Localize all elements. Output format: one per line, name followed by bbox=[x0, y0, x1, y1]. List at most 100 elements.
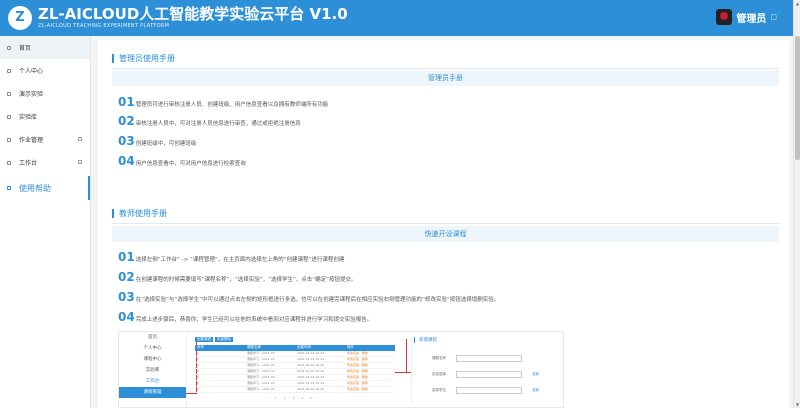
table-row: 7 课程学习 - 2021-XX 2021-01-16 10:24 修改实验 · 删除 bbox=[195, 387, 395, 393]
field-box bbox=[456, 371, 522, 378]
step-number: 01 bbox=[118, 95, 135, 109]
cell: 修改实验 · 删除 bbox=[347, 357, 368, 361]
step-number: 01 bbox=[118, 250, 135, 264]
workbench-icon bbox=[7, 160, 11, 165]
sidebar-item-profile[interactable]: 个人中心 bbox=[0, 59, 90, 82]
admin-step-4: 04 用户信息查看中，可对用户信息进行检索查询 bbox=[118, 154, 246, 168]
platform-title: ZL-AICLOUD人工智能教学实验云平台 V1.0 bbox=[38, 5, 348, 23]
step-number: 04 bbox=[118, 154, 135, 168]
field-pick-link: 选择 bbox=[532, 388, 539, 392]
cell: 3 bbox=[197, 363, 199, 367]
sidebar-item-help[interactable]: 使用帮助 bbox=[0, 174, 90, 202]
cell: 课程学习 - 2021-XX bbox=[247, 375, 275, 379]
cell: 修改实验 · 删除 bbox=[347, 387, 368, 391]
field-label: 实验选择 bbox=[432, 372, 446, 376]
tutorial-side-item: 实验库 bbox=[145, 368, 160, 373]
tutorial-side-item: 个人中心 bbox=[143, 346, 162, 351]
cell: 6 bbox=[197, 381, 199, 385]
cell: 课程学习 - 2021-XX bbox=[247, 369, 275, 373]
homework-icon bbox=[7, 137, 11, 142]
cell: 2021-01-16 10:24 bbox=[297, 369, 325, 373]
teacher-step-4: 04 完成上述步骤后，恭喜你，学生已经可以在他的系统中看到对应课程并进行学习和提… bbox=[118, 310, 372, 324]
teacher-manual-title: 教师使用手册 bbox=[112, 209, 167, 218]
platform-logo: Z bbox=[8, 6, 32, 30]
sidebar-item-label: 实验库 bbox=[19, 114, 38, 121]
cell: 2021-01-16 10:24 bbox=[297, 351, 325, 355]
cell: 2021-01-16 10:24 bbox=[297, 363, 325, 367]
cell: 课程学习 - 2021-XX bbox=[247, 363, 275, 367]
avatar[interactable] bbox=[716, 9, 733, 25]
tutorial-sidebar: 首页 个人中心 课程中心 实验库 工作台 课程管理 bbox=[119, 332, 187, 408]
tutorial-tabs: 创建课程 批量删除 bbox=[195, 337, 395, 342]
cell: 修改实验 · 删除 bbox=[347, 351, 368, 355]
dropdown-icon[interactable]: ▢ bbox=[770, 13, 777, 21]
step-text: 审核注册人员中，可对注册人员信息进行审查，通过或拒绝注册信息 bbox=[135, 121, 301, 127]
field-box bbox=[456, 355, 522, 362]
cell: 2021-01-16 10:24 bbox=[297, 357, 325, 361]
field-label: 选择学生 bbox=[432, 388, 446, 392]
sidebar-item-demo[interactable]: 演示实验 bbox=[0, 82, 90, 105]
sidebar-item-workbench[interactable]: 工作台 bbox=[0, 151, 90, 174]
top-header: Z ZL-AICLOUD人工智能教学实验云平台 V1.0 ZL-AICLOUD … bbox=[0, 0, 793, 36]
tutorial-tab: 批量删除 bbox=[215, 337, 233, 342]
tutorial-side-item: 首页 bbox=[148, 335, 157, 340]
sidebar-nav: 首页 个人中心 演示实验 实验库 作业管理 工作台 使用帮助 bbox=[0, 36, 91, 408]
admin-manual-banner: 管理员手册 bbox=[112, 70, 779, 86]
home-icon bbox=[7, 45, 11, 50]
cell: 课程学习 - 2021-XX bbox=[247, 357, 275, 361]
step-text: 用户信息查看中，可对用户信息进行检索查询 bbox=[135, 161, 246, 167]
tutorial-side-item: 工作台 bbox=[145, 379, 160, 384]
tutorial-create-form: 新增课程 课程名称 实验选择 选择 选择学生 选择 bbox=[411, 337, 561, 403]
teacher-step-3: 03 在“选择实验”与“选择学生”中可以通过点击左侧的矩形框进行多选，也可以在创… bbox=[118, 290, 499, 304]
scroll-down-icon[interactable]: ▼ bbox=[794, 401, 800, 408]
platform-subtitle: ZL-AICLOUD TEACHING EXPERIMENT PLATFORM bbox=[38, 23, 170, 29]
sidebar-item-label: 作业管理 bbox=[19, 137, 44, 144]
highlight-line bbox=[406, 339, 407, 373]
highlight-line bbox=[395, 372, 411, 373]
tutorial-field: 实验选择 选择 bbox=[432, 371, 539, 378]
sidebar-item-home[interactable]: 首页 bbox=[0, 36, 90, 59]
sidebar-item-label: 首页 bbox=[19, 45, 32, 52]
cell: 课程学习 - 2021-XX bbox=[247, 381, 275, 385]
page-scrollbar[interactable]: ▲ ▼ bbox=[793, 0, 800, 408]
sidebar-item-label: 个人中心 bbox=[19, 68, 44, 75]
cell: 2 bbox=[197, 357, 199, 361]
step-number: 02 bbox=[118, 270, 135, 284]
cell: 课程学习 - 2021-XX bbox=[247, 387, 275, 391]
admin-step-3: 03 创建班级中，可创建班级 bbox=[118, 134, 196, 148]
sidebar-item-lab-library[interactable]: 实验库 bbox=[0, 105, 90, 128]
scroll-thumb[interactable] bbox=[795, 36, 800, 160]
cell: 5 bbox=[197, 375, 199, 379]
step-text: 选择左侧“工作台” -> “课程管理”，在主页面内选择左上角的“创建课程”进行课… bbox=[135, 257, 345, 263]
user-name[interactable]: 管理员 bbox=[736, 10, 766, 25]
user-icon bbox=[7, 68, 11, 73]
field-label: 课程名称 bbox=[432, 356, 446, 360]
admin-step-2: 02 审核注册人员中，可对注册人员信息进行审查，通过或拒绝注册信息 bbox=[118, 114, 301, 128]
scroll-up-icon[interactable]: ▲ bbox=[794, 0, 800, 7]
cell: 2021-01-16 10:24 bbox=[297, 381, 325, 385]
field-pick-link: 选择 bbox=[532, 372, 539, 376]
expand-icon bbox=[78, 137, 82, 141]
sidebar-item-label: 工作台 bbox=[19, 160, 38, 167]
step-text: 在“选择实验”与“选择学生”中可以通过点击左侧的矩形框进行多选，也可以在创建完课… bbox=[135, 297, 500, 303]
tutorial-side-item: 课程中心 bbox=[143, 357, 162, 362]
sidebar-item-label: 使用帮助 bbox=[19, 183, 51, 193]
step-text: 创建班级中，可创建班级 bbox=[135, 141, 197, 147]
tutorial-side-item-active: 课程管理 bbox=[119, 387, 186, 398]
admin-step-1: 01 管理员可进行审核注册人员、创建班级、用户信息查看以及拥有教师端所有功能 bbox=[118, 95, 328, 109]
teacher-step-2: 02 在创建课程的时候需要填写“课程名称”，“选择实验”，“选择学生”，点击“确… bbox=[118, 270, 357, 284]
tutorial-field: 课程名称 bbox=[432, 355, 522, 362]
step-number: 03 bbox=[118, 290, 135, 304]
user-menu[interactable]: 管理员 ▢ bbox=[716, 9, 777, 25]
tutorial-field: 选择学生 选择 bbox=[432, 387, 539, 394]
teacher-step-1: 01 选择左侧“工作台” -> “课程管理”，在主页面内选择左上角的“创建课程”… bbox=[118, 250, 344, 264]
cell: 4 bbox=[197, 369, 199, 373]
sidebar-item-homework[interactable]: 作业管理 bbox=[0, 128, 90, 151]
tutorial-screenshot: 首页 个人中心 课程中心 实验库 工作台 课程管理 创建课程 批量删除 序号 课… bbox=[118, 331, 564, 408]
teacher-manual-banner: 快速开设课程 bbox=[112, 226, 779, 242]
sidebar-item-label: 演示实验 bbox=[19, 91, 44, 98]
cell: 2021-01-16 10:24 bbox=[297, 387, 325, 391]
help-content: 管理员使用手册 管理员手册 01 管理员可进行审核注册人员、创建班级、用户信息查… bbox=[98, 40, 789, 408]
step-text: 在创建课程的时候需要填写“课程名称”，“选择实验”，“选择学生”，点击“确定”按… bbox=[135, 277, 357, 283]
tutorial-form-title: 新增课程 bbox=[414, 337, 561, 343]
